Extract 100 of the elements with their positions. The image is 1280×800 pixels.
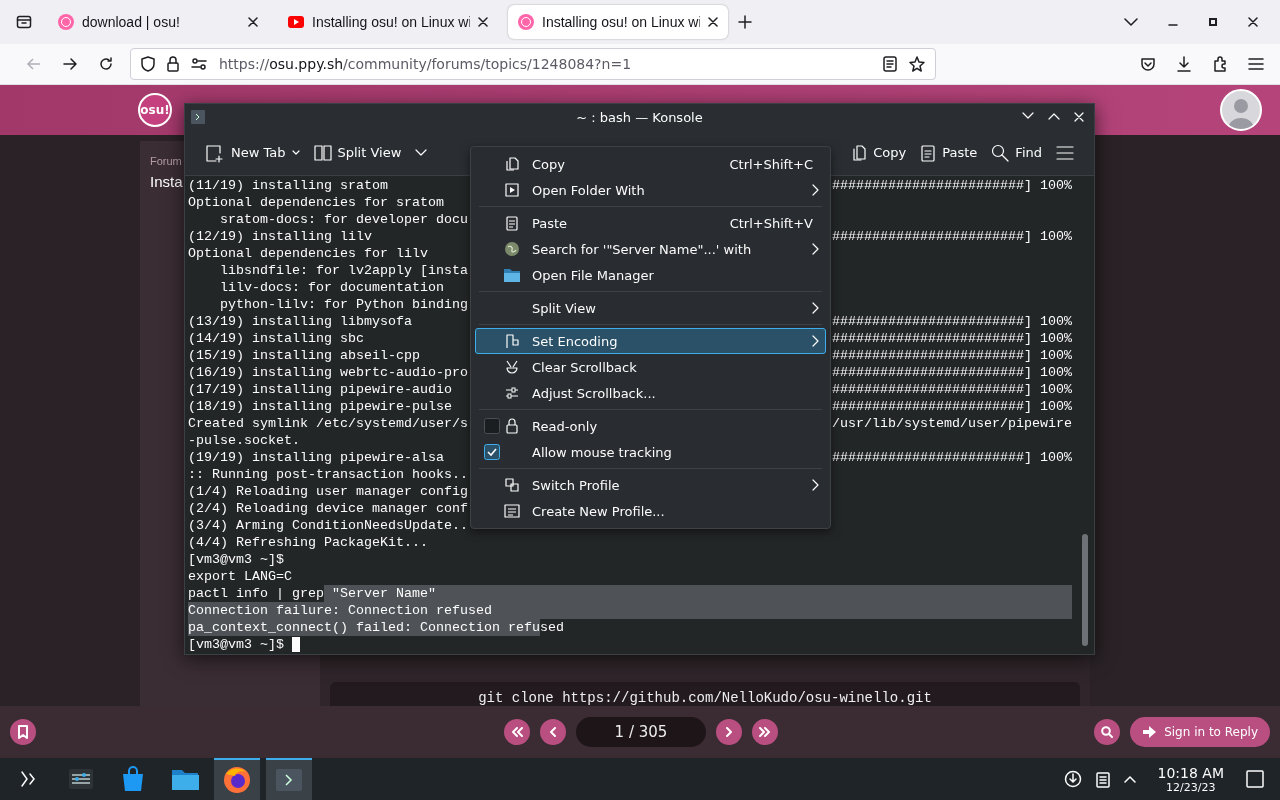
avatar[interactable] [1220,89,1262,131]
page-indicator[interactable]: 1 / 305 [576,717,706,747]
shortcut-text: Ctrl+Shift+C [729,156,813,172]
terminal-line: export LANG=C [188,568,292,585]
profile-icon [504,503,520,519]
bookmark-icon [17,725,29,739]
pocket-icon[interactable] [1140,56,1156,72]
paste-button[interactable]: Paste [916,139,982,166]
menu-item[interactable]: Copy Ctrl+Shift+C [475,151,826,177]
caret-up-icon[interactable] [1123,775,1136,783]
split-view-button[interactable]: Split View [309,139,406,166]
star-icon[interactable] [909,56,925,72]
reader-view-icon[interactable] [883,56,897,72]
terminal-line: (18/19) installing pipewire-pulse [188,398,452,415]
browser-tab[interactable]: download | osu! [48,5,268,39]
address-bar[interactable]: https://osu.ppy.sh/community/forums/topics/1248084?n=1 [130,48,936,80]
first-page-button[interactable] [504,719,530,745]
clock[interactable]: 10:18 AM 12/23/23 [1157,764,1224,794]
maximize-icon[interactable] [1208,17,1218,27]
terminal-icon[interactable] [191,110,205,124]
search-button[interactable] [1094,719,1121,745]
menu-item[interactable]: Split View [475,295,826,321]
menu-item[interactable]: Set Encoding [475,328,826,354]
terminal-line: ########################] 100% [832,381,1072,398]
chevron-left-icon [549,727,557,737]
reload-icon[interactable] [98,56,114,72]
extensions-icon[interactable] [1212,56,1228,72]
close-icon[interactable] [708,17,718,27]
lock-icon[interactable] [167,56,179,72]
new-tab-icon[interactable] [738,15,752,29]
previous-page-button[interactable] [540,719,566,745]
terminal-line: (4/4) Refreshing PackageKit... [188,534,428,551]
chevron-down-icon[interactable] [1022,112,1034,120]
browser-tab[interactable]: Installing osu! on Linux wi [278,5,498,39]
caret-icon[interactable] [1124,18,1138,26]
terminal-line: (15/19) installing abseil-cpp [188,347,420,364]
menu-item[interactable]: Paste Ctrl+Shift+V [475,210,826,236]
menu-item[interactable]: Allow mouse tracking [475,439,826,465]
taskbar-app[interactable] [214,758,260,800]
terminal-line: (12/19) installing lilv [188,228,372,245]
last-page-button[interactable] [752,719,778,745]
taskbar-app[interactable] [266,758,312,800]
terminal-line: lilv-docs: for documentation [219,279,444,296]
new-tab-icon [205,142,225,163]
terminal-line: Created symlink /etc/systemd/user/s [188,415,468,432]
chevron-down-icon [415,148,428,157]
menu-item[interactable]: Create New Profile... [475,498,826,524]
menu-item[interactable]: Read-only [475,413,826,439]
profile-switch-icon [504,477,520,493]
show-desktop-icon[interactable] [1246,770,1264,788]
update-icon[interactable] [1063,770,1082,788]
osu-logo[interactable]: osu! [138,93,172,127]
menu-item[interactable]: Search for '"Server Name"...' with [475,236,826,262]
browser-tab[interactable]: Installing osu! on Linux wi [508,5,728,39]
terminal-line: python-lilv: for Python binding [219,296,468,313]
url-text: https://osu.ppy.sh/community/forums/topics/1248084?n=1 [219,56,633,72]
terminal-line: Optional dependencies for sratom [188,194,444,211]
next-page-button[interactable] [716,719,742,745]
scrollbar[interactable] [1082,534,1088,646]
shield-icon[interactable] [141,56,155,72]
close-icon[interactable] [248,17,258,27]
menu-item[interactable]: Open Folder With [475,177,826,203]
copy-icon [851,143,868,162]
clipboard-icon[interactable] [1095,770,1110,788]
play-icon [504,182,520,198]
sign-in-button[interactable]: Sign in to Reply [1130,717,1270,747]
checkbox-checked[interactable] [484,444,500,460]
osu-icon [58,14,74,30]
chevron-right-icon [725,727,733,737]
breadcrumb[interactable]: Forum [150,155,182,167]
terminal-line: (2/4) Reloading device manager conf [188,500,468,517]
menu-item[interactable]: Adjust Scrollback... [475,380,826,406]
new-tab-button[interactable]: New Tab [201,138,304,167]
bookmark-button[interactable] [10,719,36,745]
date: 12/23/23 [1166,780,1216,794]
download-icon[interactable] [1176,56,1192,72]
menu-icon[interactable] [1248,57,1264,71]
folder-icon [504,267,520,283]
terminal-line: /usr/lib/systemd/user/pipewire [832,415,1072,432]
copy-button[interactable]: Copy [847,139,911,166]
close-icon[interactable] [478,17,488,27]
split-view-icon [313,143,332,162]
terminal-line: ########################] 100% [832,347,1072,364]
close-icon[interactable] [1248,17,1258,27]
tab-list-icon[interactable] [16,14,32,30]
permissions-icon[interactable] [191,58,207,70]
terminal-icon [276,769,302,791]
terminal-line: (14/19) installing sbc [188,330,364,347]
shortcut-text: Ctrl+Shift+V [729,215,813,231]
menu-item[interactable]: Switch Profile [475,472,826,498]
find-button[interactable]: Find [987,139,1046,166]
terminal-line: sed [539,619,564,636]
broom-icon [504,359,520,375]
forward-arrow-icon[interactable] [62,56,78,72]
menu-item[interactable]: Open File Manager [475,262,826,288]
terminal-line: Optional dependencies for lilv [188,245,428,262]
terminal-line: (17/19) installing pipewire-audio [188,381,452,398]
menu-item[interactable]: Clear Scrollback [475,354,826,380]
chevron-up-icon[interactable] [1048,112,1060,120]
checkbox[interactable] [484,418,500,434]
